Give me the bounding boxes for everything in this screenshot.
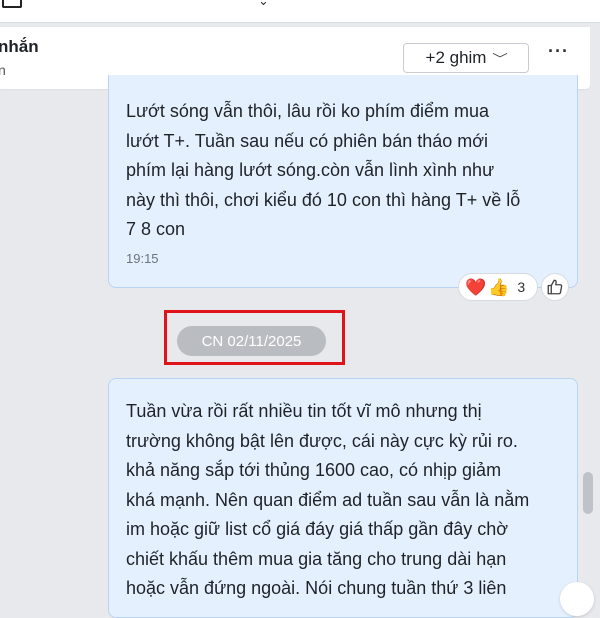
scroll-to-bottom-button[interactable]	[560, 582, 594, 616]
message-line: phím lại hàng lướt sóng.còn vẫn lình xìn…	[126, 160, 495, 180]
pinned-messages-label: +2 ghim	[425, 48, 487, 67]
message-line: Lướt sóng vẫn thôi, lâu rồi ko phím điểm…	[126, 101, 490, 121]
message-bubble[interactable]: Tuần vừa rồi rất nhiều tin tốt vĩ mô như…	[108, 378, 578, 618]
chevron-down-icon[interactable]: ⌄	[258, 0, 269, 9]
message-text: Tuần vừa rồi rất nhiều tin tốt vĩ mô như…	[126, 397, 566, 604]
message-line: hoặc vẫn đứng ngoài. Nói chung tuần thứ …	[126, 578, 507, 598]
more-options-icon[interactable]: ···	[548, 41, 569, 62]
message-time: 19:15	[126, 251, 159, 266]
chat-subtitle: n	[0, 62, 6, 78]
message-bubble[interactable]: Lướt sóng vẫn thôi, lâu rồi ko phím điểm…	[108, 75, 578, 288]
message-line: này thì thôi, chơi kiểu đó 10 con thì hà…	[126, 189, 521, 210]
pinned-messages-button[interactable]: +2 ghim ﹀	[403, 43, 529, 73]
thumbs-up-reaction-icon: 👍	[488, 277, 510, 297]
menu-icon[interactable]	[2, 0, 22, 8]
message-line: khả năng sắp tới thủng 1600 cao, có nhịp…	[126, 460, 502, 480]
add-reaction-button[interactable]	[541, 273, 569, 301]
message-line: Tuần vừa rồi rất nhiều tin tốt vĩ mô như…	[126, 401, 482, 421]
message-line: trường không bật lên được, cái này cực k…	[126, 430, 518, 451]
message-line: lướt T+. Tuần sau nếu có phiên bán tháo …	[126, 130, 489, 151]
thumbs-up-outline-icon	[547, 279, 563, 295]
reaction-count: 3	[517, 279, 526, 295]
top-toolbar: ⌄	[0, 0, 600, 23]
message-line: chiết khấu thêm mua gia tăng cho trung d…	[126, 548, 507, 569]
date-separator: CN 02/11/2025	[177, 326, 326, 356]
reaction-summary[interactable]: ❤️ 👍 3	[458, 273, 538, 301]
message-line: im hoặc giữ list cổ giá đáy giá thấp gần…	[126, 519, 509, 539]
message-line: khá mạnh. Nên quan điểm ad tuần sau vẫn …	[126, 489, 530, 510]
message-line: 7 8 con	[126, 219, 186, 239]
chevron-down-icon: ﹀	[492, 51, 509, 66]
message-text: Lướt sóng vẫn thôi, lâu rồi ko phím điểm…	[126, 97, 566, 245]
scrollbar-thumb[interactable]	[583, 472, 593, 514]
heart-reaction-icon: ❤️	[465, 277, 487, 297]
chat-title[interactable]: nhắn	[0, 37, 39, 57]
